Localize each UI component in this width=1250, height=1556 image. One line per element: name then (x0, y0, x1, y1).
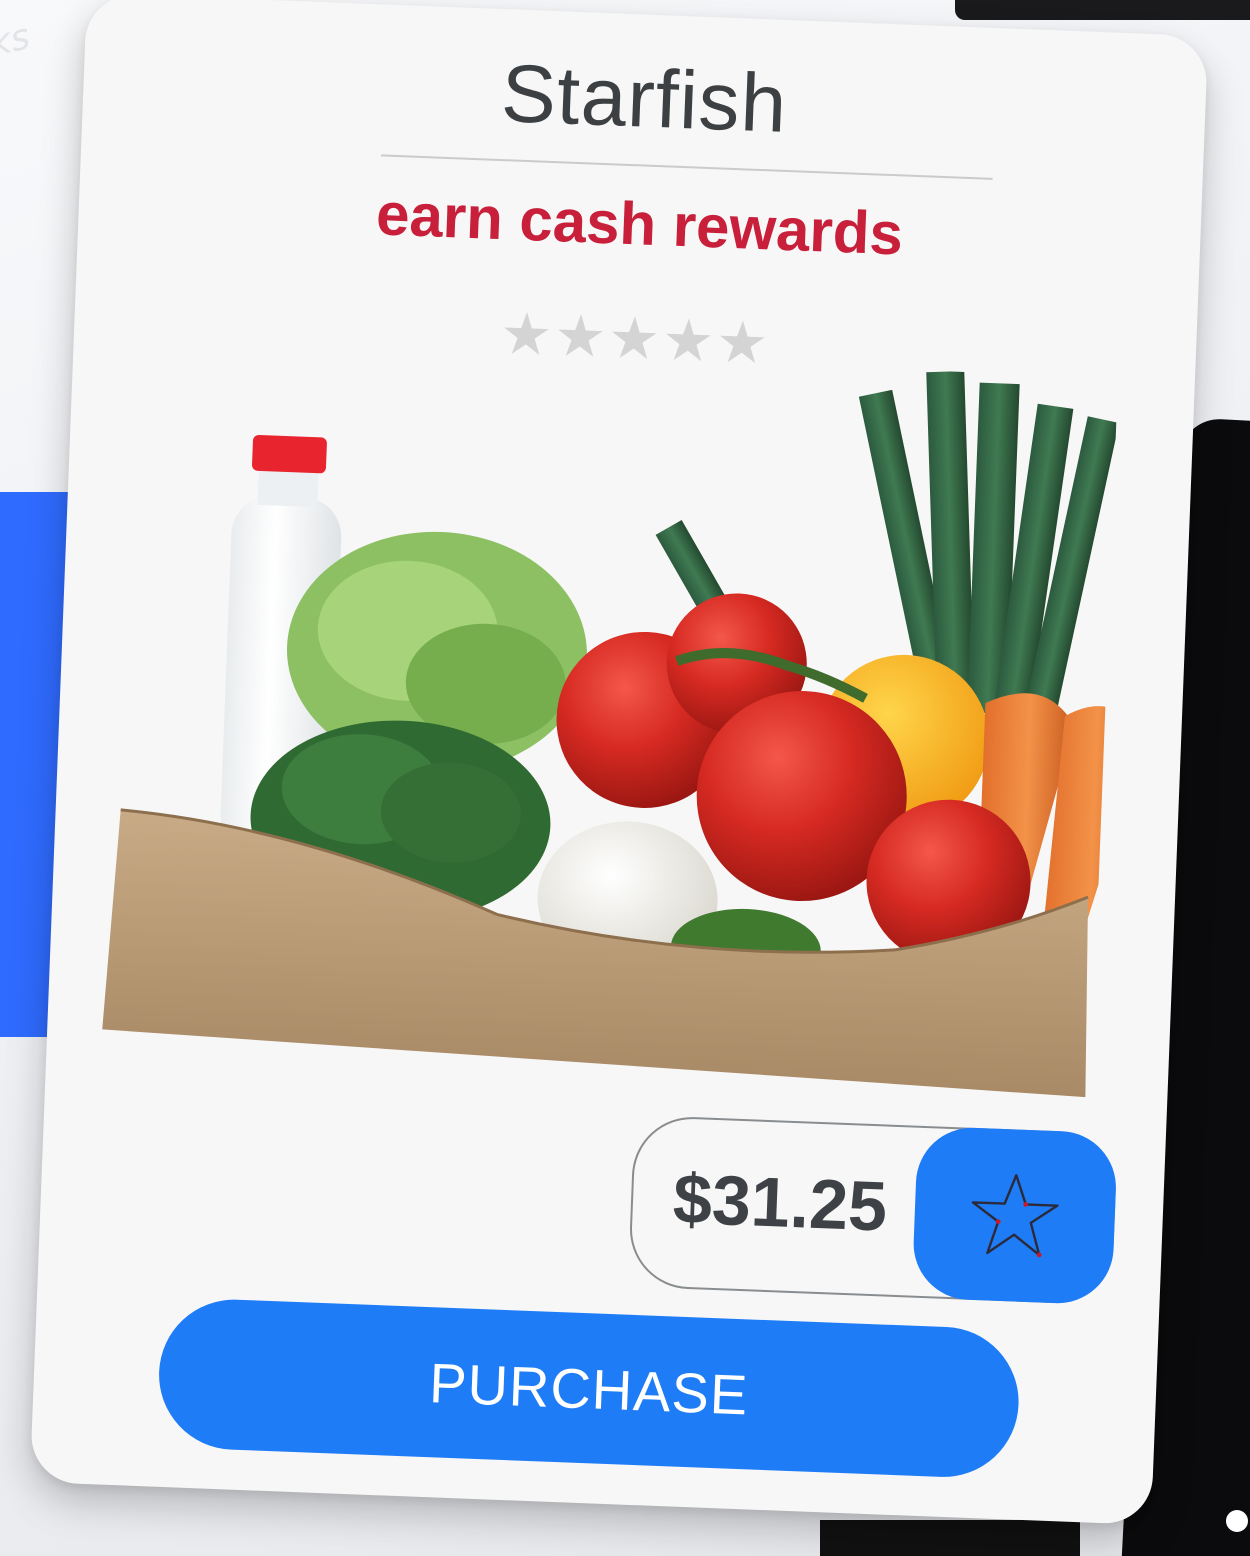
product-title: Starfish (499, 48, 789, 150)
star-outline-icon[interactable] (965, 1166, 1065, 1266)
product-card[interactable]: Starfish earn cash rewards ★★★★★ $31.25 … (29, 0, 1209, 1525)
grocery-bag-image (102, 371, 1118, 1098)
favorite-button[interactable] (911, 1125, 1118, 1306)
app-screen: ks Starfish earn cash rewards ★★★★★ $31.… (0, 0, 1250, 1556)
background-ghost-text: ks (0, 16, 34, 65)
background-device-edge (955, 0, 1250, 20)
price-label: $31.25 (671, 1159, 889, 1246)
purchase-button[interactable]: PURCHASE (156, 1296, 1022, 1480)
background-dot (1226, 1510, 1248, 1532)
background-device-bottom (820, 1520, 1080, 1556)
title-divider (380, 154, 993, 180)
rewards-tagline: earn cash rewards (374, 180, 905, 268)
price-display: $31.25 (627, 1114, 1118, 1306)
